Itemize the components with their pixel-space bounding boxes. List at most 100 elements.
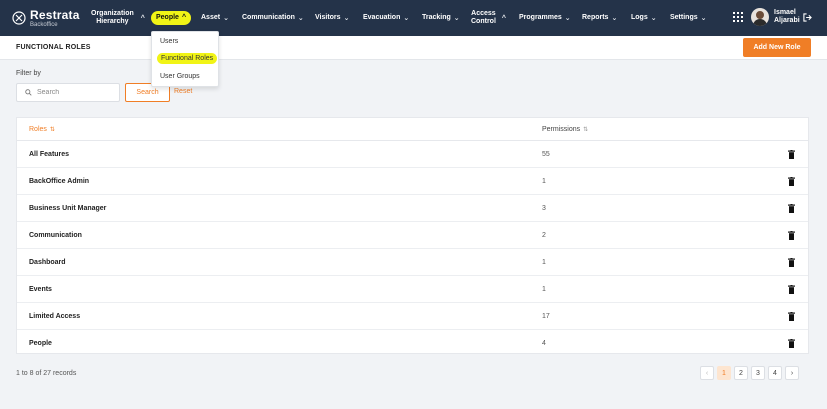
chevron-down-icon: ⌄ (223, 15, 229, 22)
table-row[interactable]: Limited Access 17 (17, 303, 808, 330)
nav-reports[interactable]: Reports ⌄ (582, 0, 617, 36)
page-button-3[interactable]: 3 (751, 366, 765, 380)
page-button-2[interactable]: 2 (734, 366, 748, 380)
role-name: Dashboard (29, 259, 66, 266)
trash-icon[interactable] (788, 285, 795, 294)
table-row[interactable]: Dashboard 1 (17, 249, 808, 276)
table-row[interactable]: BackOffice Admin 1 (17, 168, 808, 195)
sort-icon: ⇅ (583, 127, 589, 133)
table-row[interactable]: Communication 2 (17, 222, 808, 249)
nav-label: Programmes (519, 13, 562, 21)
table-header: Roles ⇅ Permissions ⇅ (17, 118, 808, 141)
role-name: People (29, 340, 52, 347)
prev-page-button[interactable]: ‹ (700, 366, 714, 380)
roles-table: Roles ⇅ Permissions ⇅ All Features 55 Back… (16, 117, 809, 354)
trash-icon[interactable] (788, 204, 795, 213)
reset-link[interactable]: Reset (174, 88, 192, 95)
table-row[interactable]: Events 1 (17, 276, 808, 303)
chevron-down-icon: ⌄ (453, 15, 460, 22)
brand-name: Restrata (30, 7, 80, 22)
user-name[interactable]: Ismael Aljarabi (774, 9, 800, 26)
table-row[interactable]: All Features 55 (17, 141, 808, 168)
nav-communication[interactable]: Communication ⌄ (242, 0, 304, 36)
nav-logs[interactable]: Logs ⌄ (631, 0, 657, 36)
nav-label: Communication (242, 13, 295, 21)
chevron-down-icon: ⌄ (650, 15, 657, 22)
menu-item-user-groups[interactable]: User Groups (160, 73, 200, 80)
pagination: ‹ 1 2 3 4 › (700, 366, 799, 380)
records-count: 1 to 8 of 27 records (16, 370, 77, 377)
page-button-4[interactable]: 4 (768, 366, 782, 380)
brand-subtitle: Backoffice (30, 21, 58, 28)
nav-organization-hierarchy[interactable]: Organization Hierarchy ^ (91, 0, 145, 36)
column-header-permissions[interactable]: Permissions ⇅ (542, 126, 588, 133)
trash-icon[interactable] (788, 177, 795, 186)
menu-item-functional-roles[interactable]: Functional Roles (157, 53, 218, 64)
nav-label: Asset (201, 13, 221, 21)
trash-icon[interactable] (788, 231, 795, 240)
nav-label: Settings (670, 13, 698, 21)
restrata-logo-icon (12, 11, 26, 25)
nav-label: Hierarchy (96, 18, 129, 25)
chevron-down-icon: ⌄ (611, 15, 618, 22)
search-input[interactable] (37, 89, 117, 96)
column-label: Roles (29, 126, 47, 133)
table-row[interactable]: Business Unit Manager 3 (17, 195, 808, 222)
nav-label: Logs (631, 13, 648, 21)
sort-icon: ⇅ (49, 127, 55, 133)
chevron-down-icon: ⌄ (403, 15, 410, 22)
chevron-up-icon: ^ (181, 14, 187, 22)
brand-logo[interactable]: Restrata Backoffice (0, 9, 88, 28)
permission-count: 2 (542, 232, 546, 239)
user-first-name: Ismael (774, 9, 796, 16)
permission-count: 17 (542, 313, 550, 320)
role-name: Business Unit Manager (29, 205, 107, 212)
nav-tracking[interactable]: Tracking ⌄ (422, 0, 460, 36)
nav-visitors[interactable]: Visitors ⌄ (315, 0, 349, 36)
trash-icon[interactable] (788, 258, 795, 267)
nav-label: Reports (582, 13, 609, 21)
people-dropdown-menu: Users Functional Roles User Groups (151, 31, 219, 87)
trash-icon[interactable] (788, 312, 795, 321)
filter-label: Filter by (16, 70, 41, 77)
role-name: BackOffice Admin (29, 178, 90, 185)
column-header-roles[interactable]: Roles ⇅ (29, 126, 55, 133)
nav-programmes[interactable]: Programmes ⌄ (519, 0, 571, 36)
permission-count: 1 (542, 286, 546, 293)
permission-count: 4 (542, 340, 546, 347)
trash-icon[interactable] (788, 150, 795, 159)
page-title: FUNCTIONAL ROLES (16, 44, 91, 51)
nav-label: Control (471, 18, 496, 25)
nav-evacuation[interactable]: Evacuation ⌄ (363, 0, 409, 36)
nav-label: Organization (91, 9, 134, 17)
chevron-up-icon: ^ (140, 14, 145, 22)
chevron-down-icon: ⌄ (297, 15, 304, 22)
chevron-down-icon: ⌄ (700, 15, 707, 22)
logout-icon[interactable] (803, 13, 812, 22)
chevron-down-icon: ⌄ (564, 15, 571, 22)
search-field[interactable] (16, 83, 120, 102)
menu-item-users[interactable]: Users (160, 38, 178, 45)
chevron-down-icon: ⌄ (343, 15, 350, 22)
chevron-up-icon: ^ (501, 14, 506, 22)
role-name: Limited Access (29, 313, 81, 320)
permission-count: 55 (542, 151, 550, 158)
apps-grid-icon[interactable] (733, 12, 743, 22)
role-name: Events (29, 286, 52, 293)
page-button-1[interactable]: 1 (717, 366, 731, 380)
table-row[interactable]: People 4 (17, 330, 808, 354)
trash-icon[interactable] (788, 339, 795, 348)
add-new-role-button[interactable]: Add New Role (743, 38, 811, 57)
permission-count: 1 (542, 178, 546, 185)
nav-settings[interactable]: Settings ⌄ (670, 0, 707, 36)
permission-count: 1 (542, 259, 546, 266)
role-name: All Features (29, 151, 70, 158)
user-avatar[interactable] (751, 8, 769, 26)
next-page-button[interactable]: › (785, 366, 799, 380)
nav-label: Tracking (422, 13, 451, 21)
nav-label: Evacuation (363, 13, 401, 21)
nav-access-control[interactable]: Access Control ^ (471, 0, 506, 36)
permission-count: 3 (542, 205, 546, 212)
nav-label: People (156, 13, 179, 21)
role-name: Communication (29, 232, 82, 239)
